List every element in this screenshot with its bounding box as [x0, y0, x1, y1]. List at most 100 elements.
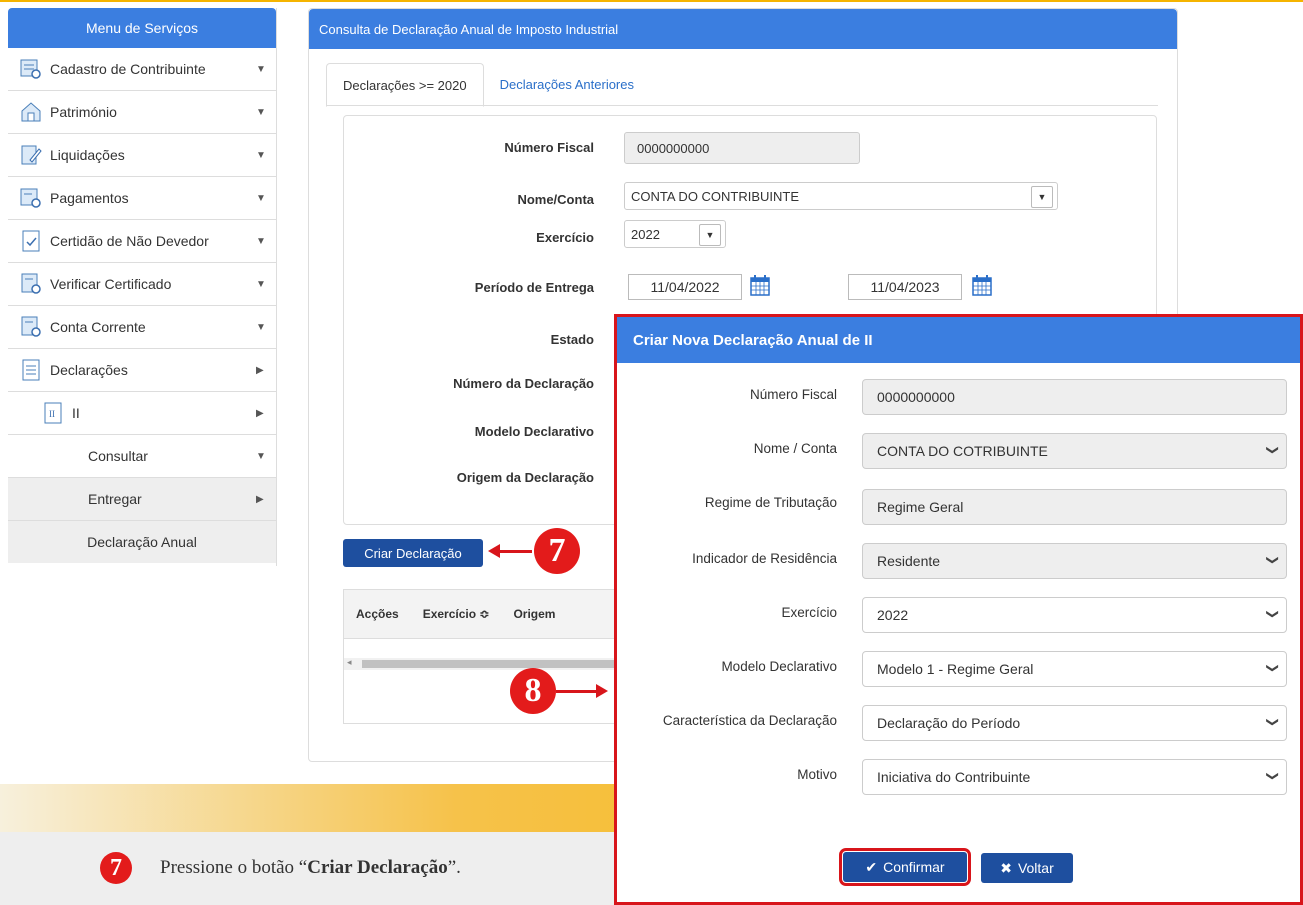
sidebar-item-entregar[interactable]: Entregar ▶ [8, 478, 276, 521]
caret-down-icon: ▼ [256, 450, 266, 462]
modal-exercicio-value: 2022 [877, 607, 909, 623]
caret-down-icon: ▼ [699, 224, 721, 246]
modal-nif-value: 0000000000 [877, 389, 955, 405]
modal-title: Criar Nova Declaração Anual de II [617, 317, 1300, 363]
sidebar-item-label: Certidão de Não Devedor [50, 233, 209, 249]
chevron-down-icon: ❯ [1265, 770, 1280, 782]
create-declaration-button[interactable]: Criar Declaração [343, 539, 483, 567]
confirm-button[interactable]: ✔ Confirmar [839, 848, 971, 886]
modal-motivo-label: Motivo [797, 767, 837, 782]
create-declaration-modal: Criar Nova Declaração Anual de II Número… [614, 314, 1303, 905]
modal-regime-label: Regime de Tributação [704, 495, 837, 510]
ii-document-icon: II [44, 402, 62, 424]
sidebar-item-conta-corrente[interactable]: Conta Corrente ▼ [8, 306, 276, 349]
check-icon: ✔ [865, 858, 878, 875]
modal-residencia-label: Indicador de Residência [692, 551, 837, 566]
chevron-down-icon: ❯ [1265, 608, 1280, 620]
modal-regime-field[interactable]: Regime Geral [862, 489, 1287, 525]
footer-step-7-marker: 7 [100, 852, 132, 884]
nif-label: Número Fiscal [504, 140, 594, 155]
modal-exercicio-label: Exercício [781, 605, 837, 620]
exercicio-select[interactable]: 2022 ▼ [624, 220, 726, 248]
step-7-marker: 7 [534, 528, 580, 574]
current-account-icon [21, 316, 41, 337]
close-icon: ✖ [1000, 859, 1012, 876]
sidebar-item-declaracao-anual[interactable]: Declaração Anual [8, 521, 276, 563]
modal-exercicio-select[interactable]: 2022 ❯ [862, 597, 1287, 633]
back-button[interactable]: ✖ Voltar [981, 853, 1073, 883]
modal-nif-field[interactable]: 0000000000 [862, 379, 1287, 415]
sidebar-item-liquidacoes[interactable]: Liquidações ▼ [8, 134, 276, 177]
chevron-down-icon: ❯ [1265, 716, 1280, 728]
step-8-marker: 8 [510, 668, 556, 714]
chevron-down-icon: ❯ [1265, 662, 1280, 674]
column-header[interactable]: Origem [501, 607, 567, 621]
modal-caracteristica-value: Declaração do Período [877, 715, 1021, 731]
caret-down-icon: ▼ [1031, 186, 1053, 208]
verify-certificate-icon [21, 273, 41, 294]
top-accent-line [0, 0, 1303, 2]
modal-caracteristica-label: Característica da Declaração [662, 713, 837, 728]
back-label: Voltar [1017, 860, 1054, 876]
caret-down-icon: ▼ [256, 63, 266, 75]
nif-field[interactable]: 0000000000 [624, 132, 860, 164]
table-header: Acções Exercício ≎ Origem [344, 590, 624, 639]
modal-modelo-value: Modelo 1 - Regime Geral [877, 661, 1034, 677]
end-date-input[interactable]: 11/04/2023 [848, 274, 962, 300]
modal-modelo-select[interactable]: Modelo 1 - Regime Geral ❯ [862, 651, 1287, 687]
sidebar-item-patrimonio[interactable]: Património ▼ [8, 91, 276, 134]
origem-label: Origem da Declaração [456, 470, 594, 485]
horizontal-scrollbar[interactable]: ◂ [344, 657, 624, 670]
instruction-suffix: ”. [447, 857, 461, 878]
modal-nome-select[interactable]: CONTA DO COTRIBUINTE ❯ [862, 433, 1287, 469]
start-date-input[interactable]: 11/04/2022 [628, 274, 742, 300]
caret-right-icon: ▶ [256, 493, 264, 505]
caret-down-icon: ▼ [256, 192, 266, 204]
modelo-label: Modelo Declarativo [474, 424, 594, 439]
sidebar-item-certidao[interactable]: Certidão de Não Devedor ▼ [8, 220, 276, 263]
nome-select-value: CONTA DO CONTRIBUINTE [631, 188, 800, 204]
tab-declaracoes-anteriores[interactable]: Declarações Anteriores [484, 63, 650, 105]
sidebar-item-ii[interactable]: II II ▶ [8, 392, 276, 435]
confirm-label: Confirmar [883, 859, 945, 875]
modal-motivo-select[interactable]: Iniciativa do Contribuinte ❯ [862, 759, 1287, 795]
column-header[interactable]: Exercício ≎ [411, 607, 502, 621]
sidebar-item-label: Declarações [50, 362, 128, 378]
sidebar-item-label: Conta Corrente [50, 319, 146, 335]
sidebar-item-cadastro[interactable]: Cadastro de Contribuinte ▼ [8, 48, 276, 91]
sidebar-item-verificar[interactable]: Verificar Certificado ▼ [8, 263, 276, 306]
periodo-label: Período de Entrega [474, 280, 594, 295]
instruction-prefix: Pressione o botão “ [160, 857, 308, 878]
caret-down-icon: ▼ [256, 278, 266, 290]
sidebar-item-declaracoes[interactable]: Declarações ▶ [8, 349, 276, 392]
modal-residencia-select[interactable]: Residente ❯ [862, 543, 1287, 579]
service-menu-sidebar: Menu de Serviços Cadastro de Contribuint… [8, 8, 277, 566]
modal-caracteristica-select[interactable]: Declaração do Período ❯ [862, 705, 1287, 741]
scroll-left-icon[interactable]: ◂ [347, 657, 352, 668]
column-header[interactable]: Acções [344, 607, 411, 621]
calendar-icon[interactable] [972, 274, 992, 296]
chevron-down-icon: ❯ [1265, 554, 1280, 566]
sidebar-item-label: Consultar [88, 448, 148, 464]
step-7-arrow [500, 550, 532, 553]
tab-bar: Declarações >= 2020 Declarações Anterior… [326, 63, 650, 107]
caret-down-icon: ▼ [256, 106, 266, 118]
declarations-icon [22, 359, 40, 381]
sidebar-item-pagamentos[interactable]: Pagamentos ▼ [8, 177, 276, 220]
calendar-icon[interactable] [750, 274, 770, 296]
modal-nif-label: Número Fiscal [749, 387, 837, 402]
sidebar-item-label: Declaração Anual [87, 534, 197, 550]
chevron-down-icon: ❯ [1265, 444, 1280, 456]
sidebar-item-consultar[interactable]: Consultar ▼ [8, 435, 276, 478]
edit-document-icon [21, 145, 42, 165]
sidebar-item-label: Cadastro de Contribuinte [50, 61, 206, 77]
scrollbar-thumb[interactable] [362, 660, 624, 668]
tab-declaracoes-2020[interactable]: Declarações >= 2020 [326, 63, 484, 107]
caret-right-icon: ▶ [256, 364, 264, 376]
modal-nome-value: CONTA DO COTRIBUINTE [877, 443, 1048, 459]
sidebar-title: Menu de Serviços [8, 8, 276, 48]
sidebar-item-label: Entregar [88, 491, 142, 507]
caret-down-icon: ▼ [256, 149, 266, 161]
panel-title: Consulta de Declaração Anual de Imposto … [309, 9, 1177, 49]
nome-select[interactable]: CONTA DO CONTRIBUINTE ▼ [624, 182, 1058, 210]
